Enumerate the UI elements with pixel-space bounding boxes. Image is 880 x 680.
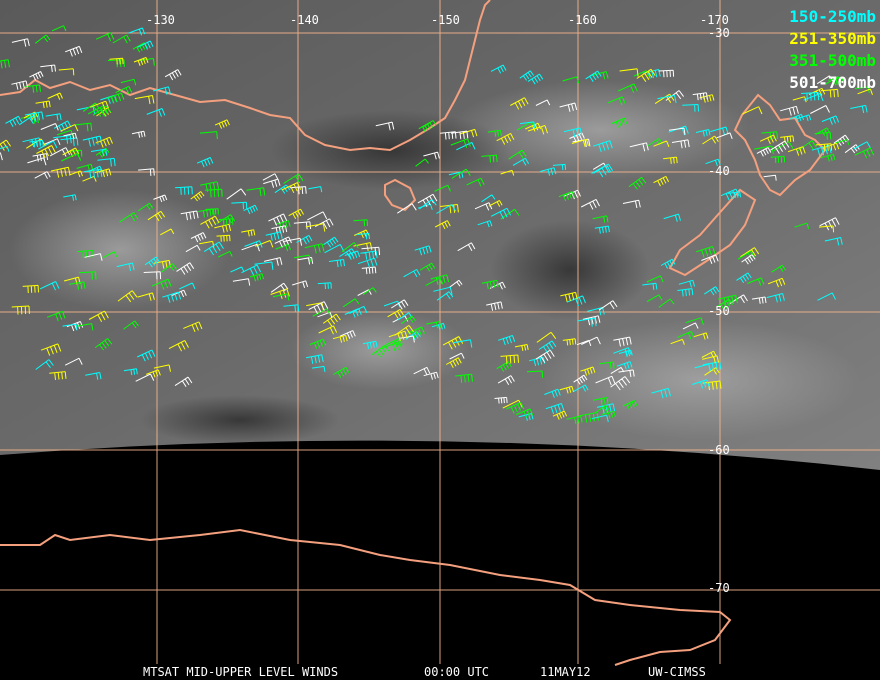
lat-label: -40 <box>708 164 730 178</box>
legend-item-351-500mb: 351-500mb <box>789 51 876 70</box>
lat-label: -60 <box>708 443 730 457</box>
lon-label: -130 <box>146 13 175 27</box>
satellite-wind-map <box>0 0 880 666</box>
legend-item-150-250mb: 150-250mb <box>789 7 876 26</box>
cloud-band <box>540 320 860 440</box>
dry-slot <box>140 395 340 445</box>
legend-item-501-700mb: 501-700mb <box>789 73 876 92</box>
lon-label: -170 <box>700 13 729 27</box>
lon-label: -140 <box>290 13 319 27</box>
lon-label: -150 <box>431 13 460 27</box>
observation-time: 00:00 UTC <box>424 665 490 679</box>
lon-label: -160 <box>568 13 597 27</box>
pressure-legend: 150-250mb 251-350mb 351-500mb 501-700mb <box>789 6 876 94</box>
cloud-band <box>10 190 230 310</box>
data-source: UW-CIMSS <box>648 665 706 679</box>
antarctica-coastline <box>0 528 732 666</box>
image-footer: MTSAT MID-UPPER LEVEL WINDS 00:00 UTC 11… <box>0 664 880 680</box>
legend-item-251-350mb: 251-350mb <box>789 29 876 48</box>
lat-label: -70 <box>708 581 730 595</box>
observation-date: 11MAY12 <box>540 665 591 679</box>
product-name: MTSAT MID-UPPER LEVEL WINDS <box>143 665 339 679</box>
dry-slot <box>490 220 650 320</box>
lat-label: -30 <box>708 26 730 40</box>
lat-label: -50 <box>708 304 730 318</box>
